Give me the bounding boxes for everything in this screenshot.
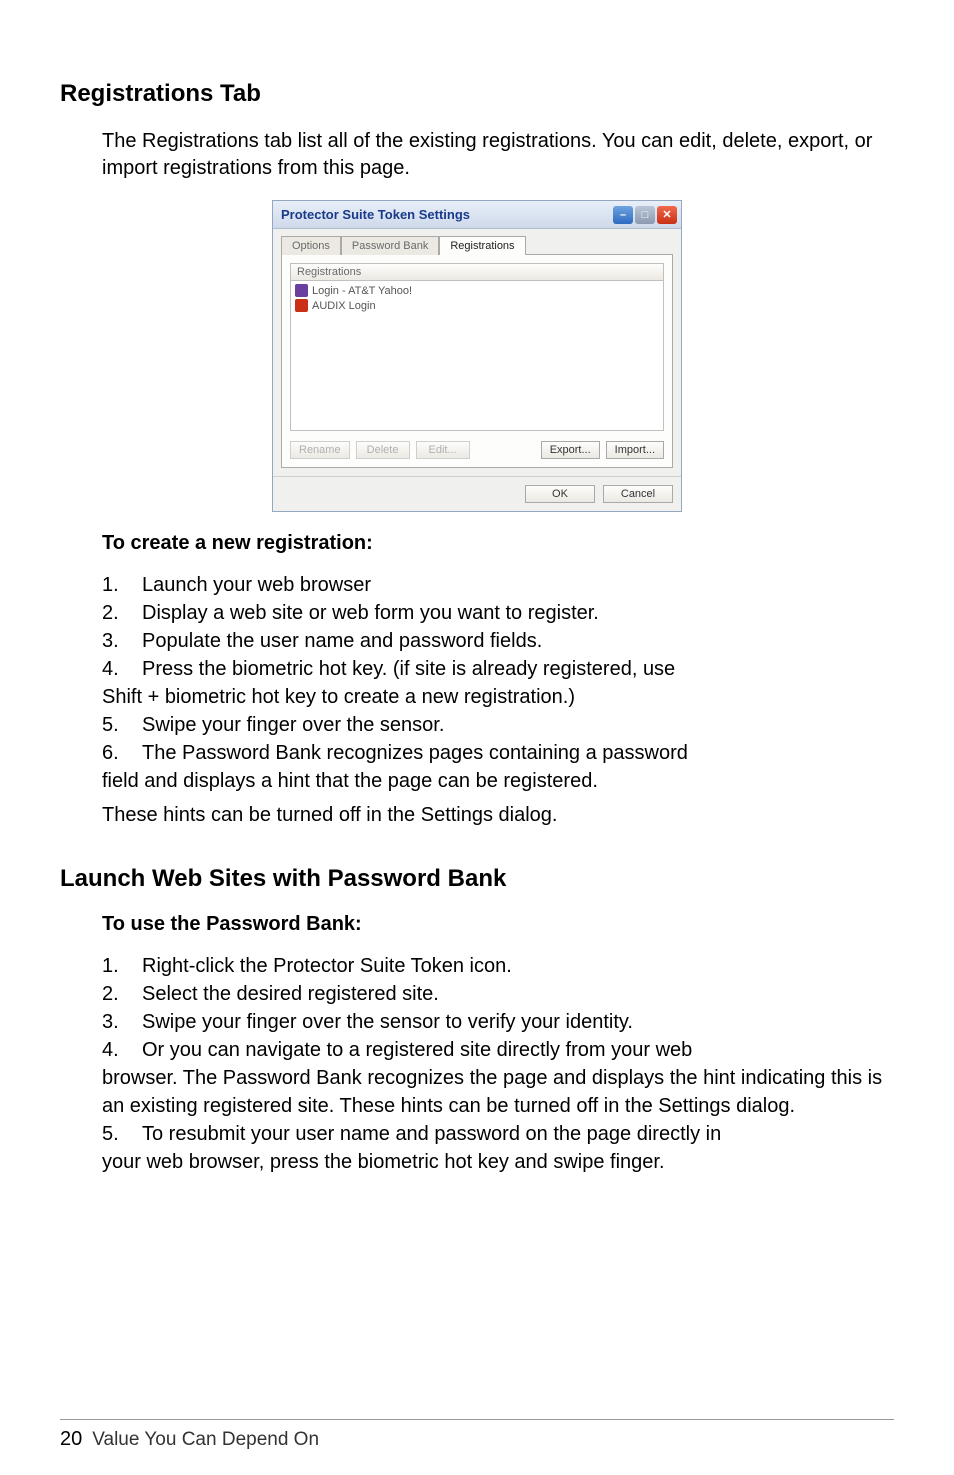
step-text: Launch your web browser [142, 574, 371, 596]
settings-window: Protector Suite Token Settings – □ ✕ Opt… [272, 200, 682, 512]
registrations-list[interactable]: Login - AT&T Yahoo! AUDIX Login [290, 281, 664, 431]
window-controls: – □ ✕ [613, 206, 677, 224]
steps-use: 1.Right-click the Protector Suite Token … [102, 952, 894, 1176]
tab-body: Registrations Login - AT&T Yahoo! AUDIX … [281, 254, 673, 468]
list-item-label: AUDIX Login [312, 300, 376, 312]
steps-create: 1.Launch your web browser 2.Display a we… [102, 571, 894, 795]
dialog-footer: OK Cancel [273, 476, 681, 511]
minimize-button[interactable]: – [613, 206, 633, 224]
howto-heading-create: To create a new registration: [102, 532, 894, 555]
button-row: Rename Delete Edit... Export... Import..… [290, 441, 664, 459]
list-item[interactable]: AUDIX Login [295, 298, 659, 313]
step-text: Or you can navigate to a registered site… [142, 1039, 692, 1061]
edit-button[interactable]: Edit... [416, 441, 470, 459]
maximize-button[interactable]: □ [635, 206, 655, 224]
page-footer: 20 Value You Can Depend On [60, 1419, 894, 1451]
tab-options[interactable]: Options [281, 236, 341, 255]
step-text: Right-click the Protector Suite Token ic… [142, 955, 512, 977]
tab-password-bank[interactable]: Password Bank [341, 236, 439, 255]
import-button[interactable]: Import... [606, 441, 664, 459]
window-title: Protector Suite Token Settings [281, 207, 470, 222]
list-header: Registrations [290, 263, 664, 281]
step-text: To resubmit your user name and password … [142, 1123, 721, 1145]
note-text: These hints can be turned off in the Set… [102, 801, 894, 829]
rename-button[interactable]: Rename [290, 441, 350, 459]
step-text: Select the desired registered site. [142, 983, 439, 1005]
list-item-label: Login - AT&T Yahoo! [312, 285, 412, 297]
site-icon [295, 299, 308, 312]
step-text: Swipe your finger over the sensor to ver… [142, 1011, 633, 1033]
close-button[interactable]: ✕ [657, 206, 677, 224]
howto-heading-use: To use the Password Bank: [102, 913, 894, 936]
step-text-cont: field and displays a hint that the page … [102, 767, 894, 795]
screenshot-container: Protector Suite Token Settings – □ ✕ Opt… [60, 200, 894, 512]
tabs-row: Options Password Bank Registrations [273, 229, 681, 254]
delete-button[interactable]: Delete [356, 441, 410, 459]
step-text: Display a web site or web form you want … [142, 602, 599, 624]
step-text: Swipe your finger over the sensor. [142, 714, 444, 736]
cancel-button[interactable]: Cancel [603, 485, 673, 503]
step-text-cont: browser. The Password Bank recognizes th… [102, 1064, 894, 1120]
intro-paragraph: The Registrations tab list all of the ex… [102, 128, 894, 182]
section-title-registrations: Registrations Tab [60, 80, 894, 108]
step-text-cont: Shift + biometric hot key to create a ne… [102, 683, 894, 711]
step-text: The Password Bank recognizes pages conta… [142, 742, 688, 764]
step-text: Populate the user name and password fiel… [142, 630, 542, 652]
titlebar: Protector Suite Token Settings – □ ✕ [273, 201, 681, 229]
step-text: Press the biometric hot key. (if site is… [142, 658, 675, 680]
ok-button[interactable]: OK [525, 485, 595, 503]
footer-text: Value You Can Depend On [92, 1429, 319, 1451]
export-button[interactable]: Export... [541, 441, 600, 459]
tab-registrations[interactable]: Registrations [439, 236, 525, 255]
page-number: 20 [60, 1428, 82, 1451]
list-item[interactable]: Login - AT&T Yahoo! [295, 283, 659, 298]
site-icon [295, 284, 308, 297]
step-text-cont: your web browser, press the biometric ho… [102, 1148, 894, 1176]
section-title-launch: Launch Web Sites with Password Bank [60, 865, 894, 893]
